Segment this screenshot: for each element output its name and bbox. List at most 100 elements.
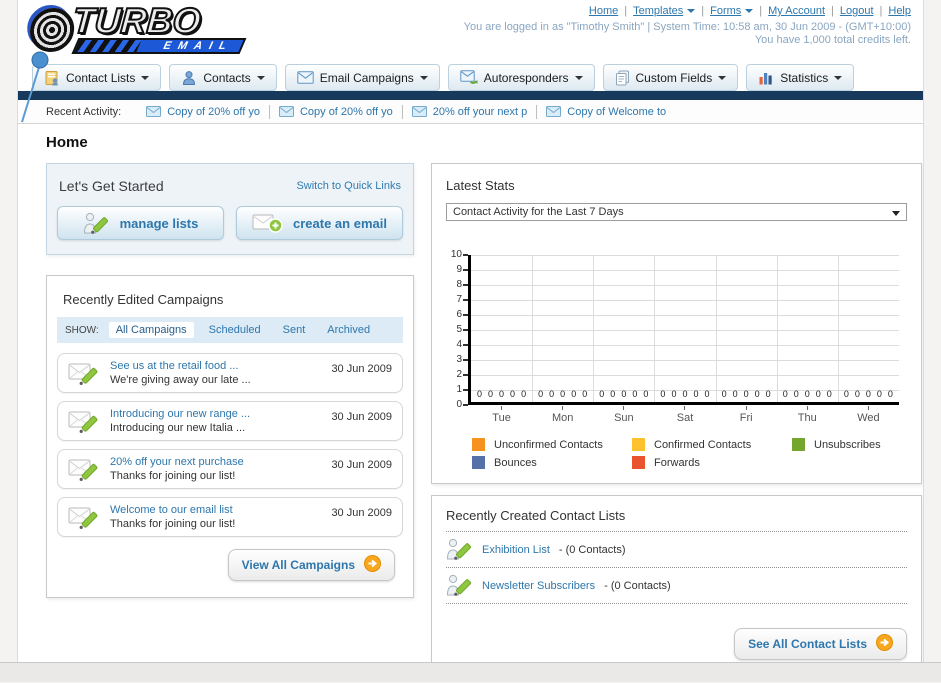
top-link-logout[interactable]: Logout — [840, 5, 874, 17]
logo-subtitle: EMAIL — [161, 40, 236, 52]
h-gridline — [471, 285, 899, 286]
separator: | — [879, 5, 883, 17]
campaign-title-link[interactable]: Welcome to our email list — [110, 504, 321, 516]
recent-activity-link[interactable]: Copy of 20% off yo — [300, 106, 393, 118]
separator: | — [831, 5, 834, 17]
filter-all-campaigns[interactable]: All Campaigns — [108, 322, 194, 338]
top-link-home[interactable]: Home — [589, 5, 618, 17]
header: TURBO EMAIL Home | Templates | Forms | My Acco… — [18, 0, 923, 123]
h-gridline — [471, 255, 899, 256]
contact-list-item: Newsletter Subscribers - (0 Contacts) — [446, 568, 907, 604]
chevron-down-icon — [574, 75, 583, 80]
navy-divider-bar — [18, 91, 923, 100]
bar-value-label: 0 — [815, 389, 821, 399]
view-all-campaigns-button[interactable]: View All Campaigns — [227, 549, 395, 581]
bar-group-tue: 00000 — [471, 388, 532, 401]
tab-statistics[interactable]: Statistics — [746, 64, 855, 91]
tab-contacts[interactable]: Contacts — [169, 64, 277, 91]
get-started-panel: Let's Get Started Switch to Quick Links … — [46, 163, 414, 255]
top-link-my-account[interactable]: My Account — [768, 5, 825, 17]
bar-value-label: 0 — [632, 389, 638, 399]
chart-legend: Unconfirmed Contacts Confirmed Contacts Un… — [472, 438, 907, 469]
bar-value-label: 0 — [549, 389, 555, 399]
campaign-pencil-icon — [68, 459, 98, 481]
tab-custom-fields[interactable]: Custom Fields — [602, 64, 739, 91]
campaign-date: 30 Jun 2009 — [331, 507, 392, 519]
footer-strip — [0, 662, 941, 682]
app-logo: TURBO EMAIL — [26, 0, 260, 58]
bar-group-mon: 00000 — [532, 388, 593, 401]
y-axis-tick-label: 9 — [456, 264, 462, 275]
login-status: You are logged in as "Timothy Smith" | S… — [463, 21, 911, 33]
tab-contact-lists[interactable]: Contact Lists — [32, 64, 162, 91]
bar-value-label: 0 — [865, 389, 871, 399]
autoresponders-icon — [460, 70, 478, 84]
statistics-icon — [759, 72, 772, 84]
top-nav: Home | Templates | Forms | My Account | Logout | H… — [589, 5, 911, 17]
campaign-item: 20% off your next purchase Thanks for joi… — [57, 449, 403, 489]
campaign-item: See us at the retail food ... We're givin… — [57, 353, 403, 393]
y-axis-tick-label: 2 — [456, 369, 462, 380]
person-pencil-icon — [446, 538, 472, 560]
envelope-plus-icon — [252, 214, 283, 233]
bar-value-label: 0 — [488, 389, 494, 399]
tab-email-campaigns[interactable]: Email Campaigns — [284, 64, 440, 91]
chevron-down-icon — [687, 9, 696, 13]
recent-contact-lists-title: Recently Created Contact Lists — [446, 506, 907, 532]
x-axis-label-sat: Sat — [654, 406, 715, 424]
bar-group-sun: 00000 — [593, 388, 654, 401]
stats-period-value: Contact Activity for the Last 7 Days — [453, 206, 624, 218]
bar-value-label: 0 — [610, 389, 616, 399]
campaign-subtitle: Introducing our new Italia ... — [110, 422, 246, 434]
tab-label: Custom Fields — [635, 70, 713, 85]
tab-label: Statistics — [780, 70, 829, 85]
see-all-contact-lists-button[interactable]: See All Contact Lists — [734, 628, 907, 660]
legend-label: Unsubscribes — [814, 438, 881, 451]
logo-title: TURBO — [70, 0, 203, 42]
bar-value-label: 0 — [599, 389, 605, 399]
orange-arrow-icon — [364, 555, 381, 572]
custom-fields-icon — [615, 70, 629, 85]
person-pencil-icon — [83, 212, 108, 234]
y-axis-tick-label: 4 — [456, 339, 462, 350]
filter-archived[interactable]: Archived — [320, 322, 377, 338]
campaign-title-link[interactable]: 20% off your next purchase — [110, 456, 321, 468]
v-gridline — [715, 255, 717, 402]
recent-campaigns-panel: Recently Edited Campaigns SHOW: All Camp… — [46, 275, 414, 598]
create-an-email-button[interactable]: create an email — [236, 206, 403, 240]
contact-list-link[interactable]: Exhibition List — [482, 544, 550, 556]
legend-swatch — [632, 456, 645, 469]
contact-list-count: - (0 Contacts) — [558, 543, 626, 556]
person-pencil-icon — [446, 574, 472, 596]
tab-label: Email Campaigns — [319, 70, 414, 85]
bar-value-label: 0 — [854, 389, 860, 399]
tab-label: Contacts — [203, 70, 251, 85]
recent-activity-link[interactable]: Copy of Welcome to — [567, 106, 666, 118]
tab-autoresponders[interactable]: Autoresponders — [447, 64, 595, 91]
x-axis-label-thu: Thu — [777, 406, 838, 424]
campaign-title-link[interactable]: See us at the retail food ... — [110, 360, 321, 372]
h-gridline — [471, 345, 899, 346]
recent-activity-link[interactable]: Copy of 20% off yo — [167, 106, 260, 118]
envelope-icon — [278, 106, 294, 117]
top-link-forms[interactable]: Forms — [710, 5, 754, 17]
envelope-icon — [546, 106, 562, 117]
x-axis-label-tue: Tue — [471, 406, 532, 424]
recent-activity-link[interactable]: 20% off your next p — [433, 106, 528, 118]
campaign-item: Welcome to our email list Thanks for join… — [57, 497, 403, 537]
h-gridline — [471, 300, 899, 301]
h-gridline — [471, 375, 899, 376]
filter-sent[interactable]: Sent — [276, 322, 313, 338]
switch-quick-links-link[interactable]: Switch to Quick Links — [296, 180, 401, 192]
stats-period-dropdown[interactable]: Contact Activity for the Last 7 Days — [446, 203, 907, 221]
latest-stats-panel: Latest Stats Contact Activity for the La… — [431, 163, 922, 484]
campaign-subtitle: We're giving away our late ... — [110, 374, 251, 386]
manage-lists-button[interactable]: manage lists — [57, 206, 224, 240]
campaign-title-link[interactable]: Introducing our new range ... — [110, 408, 321, 420]
filter-scheduled[interactable]: Scheduled — [202, 322, 268, 338]
bar-value-label: 0 — [721, 389, 727, 399]
top-link-help[interactable]: Help — [888, 5, 911, 17]
bar-value-label: 0 — [538, 389, 544, 399]
top-link-templates[interactable]: Templates — [633, 5, 696, 17]
contact-list-link[interactable]: Newsletter Subscribers — [482, 580, 595, 592]
